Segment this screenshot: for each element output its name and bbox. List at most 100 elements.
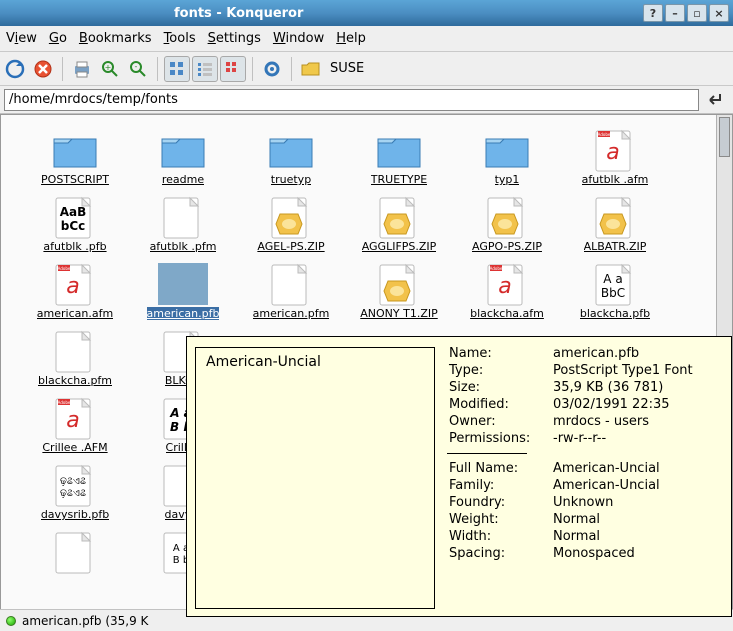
svg-text:a: a <box>606 140 619 165</box>
zoom-out-button[interactable]: - <box>125 56 151 82</box>
file-icon <box>372 261 426 307</box>
print-button[interactable] <box>69 56 95 82</box>
svg-text:Adobe: Adobe <box>58 400 71 405</box>
file-item[interactable]: ANONY T1.ZIP <box>345 261 453 320</box>
file-icon <box>588 194 642 240</box>
file-item[interactable]: Adobeablackcha.afm <box>453 261 561 320</box>
file-icon <box>372 127 426 173</box>
location-input[interactable] <box>4 89 699 111</box>
suse-label[interactable]: SUSE <box>326 61 368 76</box>
tooltip-value: -rw-r--r-- <box>551 430 723 447</box>
file-item[interactable]: american.pfb <box>129 261 237 320</box>
file-item[interactable]: ALBATR.ZIP <box>561 194 669 253</box>
file-icon <box>480 194 534 240</box>
file-icon <box>156 261 210 307</box>
settings-button[interactable] <box>259 56 285 82</box>
tooltip-value: American-Uncial <box>551 460 723 477</box>
tooltip-value: Normal <box>551 511 723 528</box>
file-item[interactable]: AGPO-PS.ZIP <box>453 194 561 253</box>
minimize-button[interactable]: – <box>665 4 685 22</box>
file-icon: AaBbCc <box>48 194 102 240</box>
file-icon <box>264 194 318 240</box>
menu-help[interactable]: Help <box>330 31 372 46</box>
file-item[interactable]: Adobeaafutblk .afm <box>561 127 669 186</box>
enter-icon <box>707 91 725 109</box>
window-title: fonts - Konqueror <box>4 6 303 21</box>
tooltip-value: Monospaced <box>551 545 723 562</box>
file-item[interactable]: POSTSCRIPT <box>21 127 129 186</box>
maximize-button[interactable]: ▫ <box>687 4 707 22</box>
list-view-icon <box>196 60 214 78</box>
file-icon: A aBbC <box>588 261 642 307</box>
file-icon: Adobea <box>480 261 534 307</box>
menu-go[interactable]: Go <box>43 31 73 46</box>
file-item[interactable]: AGGLIFPS.ZIP <box>345 194 453 253</box>
file-icon <box>264 127 318 173</box>
tooltip-value: mrdocs - users <box>551 413 723 430</box>
close-button[interactable]: × <box>709 4 729 22</box>
file-label: afutblk .pfb <box>43 240 106 253</box>
icon-view-button[interactable] <box>164 56 190 82</box>
stop-button[interactable] <box>30 56 56 82</box>
titlebar: fonts - Konqueror ? – ▫ × <box>0 0 733 26</box>
tooltip-value: Normal <box>551 528 723 545</box>
menu-view[interactable]: View <box>0 31 43 46</box>
file-item[interactable]: readme <box>129 127 237 186</box>
file-label: readme <box>162 173 204 186</box>
tooltip-metadata: Name:american.pfbType:PostScript Type1 F… <box>443 337 731 616</box>
file-label: POSTSCRIPT <box>41 173 109 186</box>
file-icon <box>156 127 210 173</box>
file-item[interactable]: A aBbCblackcha.pfb <box>561 261 669 320</box>
zoom-in-button[interactable]: + <box>97 56 123 82</box>
menu-tools[interactable]: Tools <box>158 31 202 46</box>
tooltip-value: american.pfb <box>551 345 723 362</box>
file-label: AGPO-PS.ZIP <box>472 240 542 253</box>
file-label: blackcha.afm <box>470 307 544 320</box>
detail-view-icon <box>224 60 242 78</box>
svg-text:ଢ଼ଌଏଌ: ଢ଼ଌଏଌ <box>60 488 86 499</box>
go-button[interactable] <box>703 87 729 113</box>
file-label: blackcha.pfb <box>580 307 650 320</box>
scrollbar-thumb[interactable] <box>719 117 730 157</box>
file-item[interactable]: AGEL-PS.ZIP <box>237 194 345 253</box>
menu-bookmarks[interactable]: Bookmarks <box>73 31 158 46</box>
file-item[interactable]: typ1 <box>453 127 561 186</box>
menubar: View Go Bookmarks Tools Settings Window … <box>0 26 733 52</box>
detail-view-button[interactable] <box>220 56 246 82</box>
file-icon <box>48 127 102 173</box>
file-tooltip: American-Uncial Name:american.pfbType:Po… <box>186 336 732 617</box>
svg-text:AaB: AaB <box>60 205 87 219</box>
tooltip-key: Family: <box>447 477 551 494</box>
suse-folder-button[interactable] <box>298 56 324 82</box>
file-icon <box>156 194 210 240</box>
menu-settings[interactable]: Settings <box>202 31 267 46</box>
file-icon <box>48 328 102 374</box>
svg-text:a: a <box>498 274 511 299</box>
svg-text:ଢ଼ଌଏଌ: ଢ଼ଌଏଌ <box>60 476 86 487</box>
file-item[interactable]: truetyp <box>237 127 345 186</box>
file-item[interactable]: blackcha.pfm <box>21 328 129 387</box>
menu-window[interactable]: Window <box>267 31 330 46</box>
file-item[interactable]: TRUETYPE <box>345 127 453 186</box>
tooltip-key: Permissions: <box>447 430 551 447</box>
help-button[interactable]: ? <box>643 4 663 22</box>
file-item[interactable] <box>21 529 129 575</box>
file-item[interactable]: american.pfm <box>237 261 345 320</box>
reload-button[interactable] <box>2 56 28 82</box>
file-item[interactable]: AaBbCcafutblk .pfb <box>21 194 129 253</box>
file-item[interactable]: AdobeaCrillee .AFM <box>21 395 129 454</box>
list-view-button[interactable] <box>192 56 218 82</box>
file-item[interactable]: ଢ଼ଌଏଌଢ଼ଌଏଌdavysrib.pfb <box>21 462 129 521</box>
tooltip-key: Size: <box>447 379 551 396</box>
file-icon: Adobea <box>588 127 642 173</box>
svg-text:A a: A a <box>603 272 622 286</box>
file-icon: Adobea <box>48 261 102 307</box>
file-label: blackcha.pfm <box>38 374 112 387</box>
file-label: truetyp <box>271 173 311 186</box>
file-label: american.pfm <box>253 307 330 320</box>
tooltip-divider <box>447 453 527 454</box>
file-item[interactable]: afutblk .pfm <box>129 194 237 253</box>
file-item[interactable]: Adobeaamerican.afm <box>21 261 129 320</box>
tooltip-value: 03/02/1991 22:35 <box>551 396 723 413</box>
tooltip-key: Full Name: <box>447 460 551 477</box>
